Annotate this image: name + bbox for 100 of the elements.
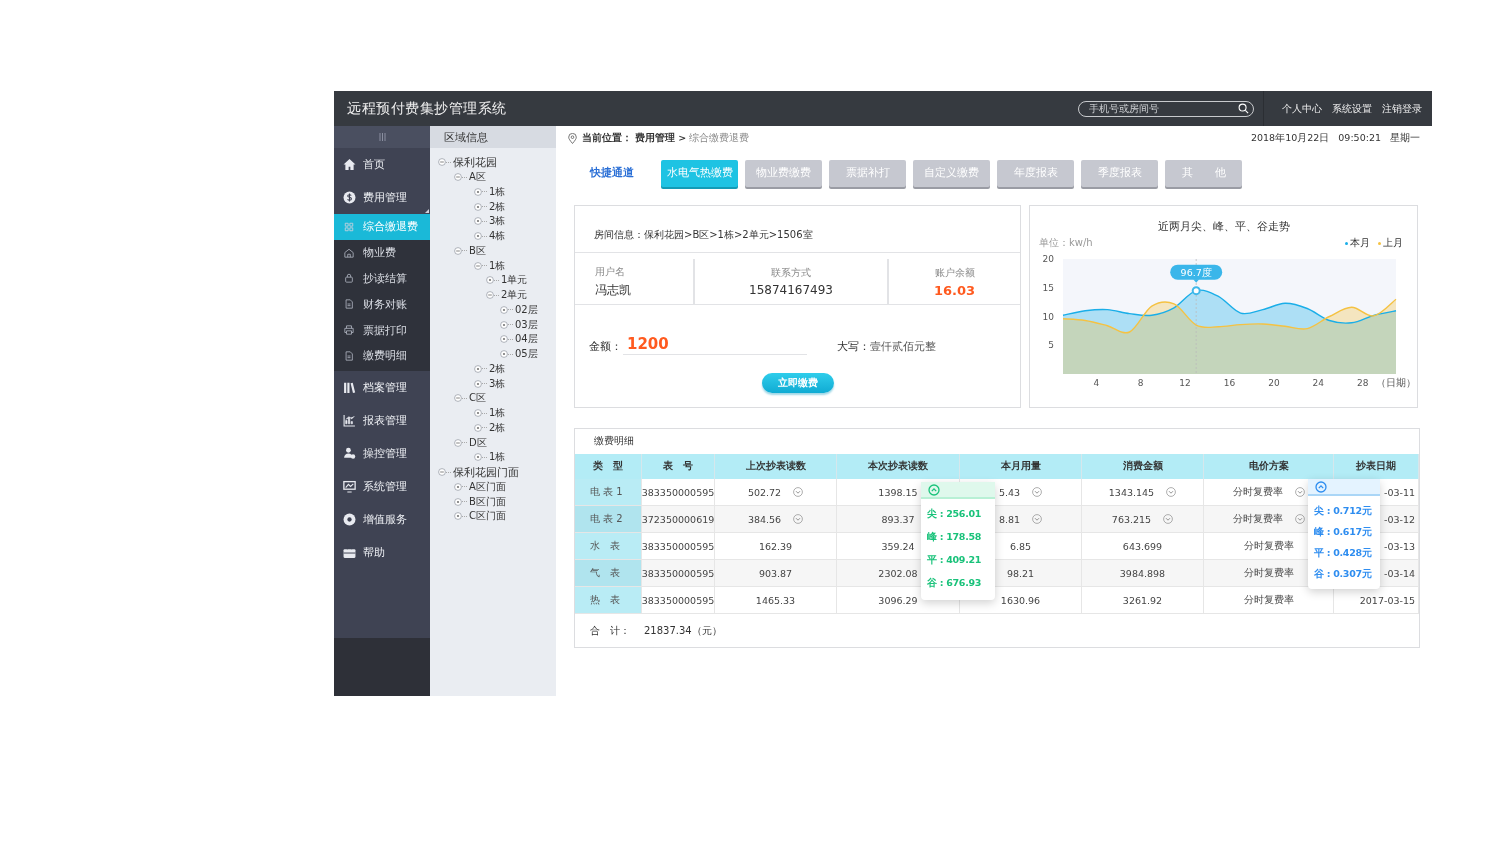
table-cell: 1465.33 (715, 587, 837, 614)
tick-label: 24 (1312, 378, 1325, 388)
field-label: 联系方式 (771, 266, 811, 280)
total-value: 21837.34（元） (644, 624, 722, 638)
tree-node[interactable]: 1栋 (489, 406, 506, 421)
tree-node[interactable]: 2栋 (489, 420, 506, 435)
total-label: 合 计： (590, 624, 630, 638)
search-field[interactable]: 手机号或房间号 (1078, 100, 1254, 117)
table-cell: 903.87 (715, 560, 837, 587)
tree-node[interactable]: 1栋 (489, 450, 506, 465)
table-cell: 3261.92 (1082, 587, 1204, 614)
submenu-item[interactable]: 缴费明细 (334, 343, 430, 369)
tree-node[interactable]: 4栋 (489, 229, 506, 244)
submenu-item[interactable]: 物业费 (334, 239, 430, 266)
table-title: 缴费明细 (593, 434, 635, 448)
tick-label: 4 (1093, 378, 1100, 388)
tick-label: 10 (1042, 311, 1054, 322)
table-cell: 热 表 (575, 587, 642, 614)
column-header: 本次抄表读数 (837, 454, 960, 479)
tree-node[interactable]: 3栋 (489, 214, 506, 229)
tick-label: 12 (1179, 378, 1191, 388)
tree-node[interactable]: 2栋 (489, 199, 506, 214)
menu-item[interactable]: 费用管理 (334, 181, 430, 214)
uppercase-label: 大写： (837, 339, 870, 355)
header-link[interactable]: 个人中心 (1282, 101, 1322, 116)
app-title: 远程预付费集抄管理系统 (347, 99, 507, 118)
quick-access-label: 快捷通道 (590, 166, 634, 180)
field-value: 15874167493 (749, 283, 833, 297)
tree-node[interactable]: 2栋 (489, 361, 506, 376)
field-value: 16.03 (933, 282, 976, 298)
tree-node[interactable]: 03层 (515, 317, 538, 332)
tree-node[interactable]: 2单元 (501, 288, 528, 303)
tree-node[interactable]: 05层 (515, 347, 538, 362)
annotation: 96.7度 (1180, 266, 1212, 278)
tree-node[interactable]: 1栋 (489, 184, 506, 199)
table-cell: 763.215 (1082, 506, 1204, 533)
tick-label: 16 (1223, 378, 1236, 388)
tick-label: 28 (1356, 378, 1369, 388)
menu-item[interactable]: 首页 (334, 148, 430, 181)
submenu-item[interactable]: 票据打印 (334, 317, 430, 343)
tree-node[interactable]: B区门面 (469, 494, 506, 509)
uppercase-amount: 壹仟贰佰元整 (870, 339, 936, 355)
column-header: 消费金额 (1082, 454, 1204, 479)
tree-node[interactable]: 保利花园门面 (453, 464, 519, 480)
date-text: 2018年10月22日 (1250, 131, 1330, 145)
menu-item[interactable]: 报表管理 (334, 403, 430, 437)
tree-node[interactable]: C区 (469, 391, 486, 406)
table-cell: 502.72 (715, 479, 837, 506)
tree-node[interactable]: 1栋 (489, 258, 506, 273)
amount-label: 金额： (589, 339, 622, 355)
tick-label: 20 (1268, 378, 1280, 388)
panel-header: 区域信息 (430, 126, 556, 148)
tick-label: 15 (1042, 282, 1054, 293)
weekday-text: 星期一 (1390, 131, 1420, 145)
table-cell: 384.56 (715, 506, 837, 533)
tree-node[interactable]: 04层 (515, 332, 538, 347)
field-label: 账户余额 (934, 265, 975, 280)
tree-node[interactable]: C区门面 (469, 509, 506, 524)
tree-node[interactable]: 1单元 (501, 273, 528, 288)
header-link[interactable]: 注销登录 (1382, 101, 1422, 116)
table-cell: 电 表 2 (575, 506, 642, 533)
table-cell: 372350000619 (642, 506, 715, 533)
table-cell: 电 表 1 (575, 479, 642, 506)
legend-label: 上月 (1383, 236, 1403, 250)
menu-item[interactable]: 增值服务 (334, 502, 430, 536)
tree-node[interactable]: A区 (469, 170, 486, 185)
table-cell: 气 表 (575, 560, 642, 587)
table-cell: 383350000595 (642, 560, 715, 587)
breadcrumb-link[interactable]: 综合缴费退费 (689, 131, 750, 145)
menu-item[interactable]: 系统管理 (334, 469, 430, 503)
table-cell: 水 表 (575, 533, 642, 560)
column-header: 本月用量 (960, 454, 1082, 479)
tick-label: 8 (1137, 378, 1144, 388)
table-cell: 383350000595 (642, 479, 715, 506)
submenu-item[interactable]: 财务对账 (334, 291, 430, 318)
table-cell: 643.699 (1082, 533, 1204, 560)
tick-label: 5 (1048, 340, 1054, 351)
tree-node[interactable]: 3栋 (489, 376, 506, 391)
breadcrumb-link[interactable]: 费用管理 > (635, 131, 687, 145)
column-header: 电价方案 (1204, 454, 1334, 479)
table-cell: 162.39 (715, 533, 837, 560)
tree-node[interactable]: 02层 (515, 302, 538, 317)
chart-title: 近两月尖、峰、平、谷走势 (1156, 220, 1291, 234)
tree-node[interactable]: D区 (469, 435, 487, 450)
table-cell: 383350000595 (642, 587, 715, 614)
table-cell: 1343.145 (1082, 479, 1204, 506)
menu-item[interactable]: 帮助 (334, 535, 430, 569)
tree-node[interactable]: 保利花园 (453, 154, 497, 170)
column-header: 表 号 (642, 454, 715, 479)
column-header: 类 型 (575, 454, 642, 479)
tick-label: 20 (1042, 254, 1054, 264)
tree-node[interactable]: A区门面 (469, 479, 506, 494)
room-info: 房间信息：保利花园>B区>1栋>2单元>1506室 (575, 206, 1020, 253)
axis-label: （日期） (1376, 377, 1416, 388)
menu-item[interactable]: 操控管理 (334, 436, 430, 470)
tree-node[interactable]: B区 (469, 243, 486, 258)
header-link[interactable]: 系统设置 (1332, 101, 1372, 116)
submenu-item[interactable]: 抄读结算 (334, 265, 430, 292)
time-text: 09:50:21 (1338, 131, 1381, 145)
menu-item[interactable]: 档案管理 (334, 370, 430, 404)
